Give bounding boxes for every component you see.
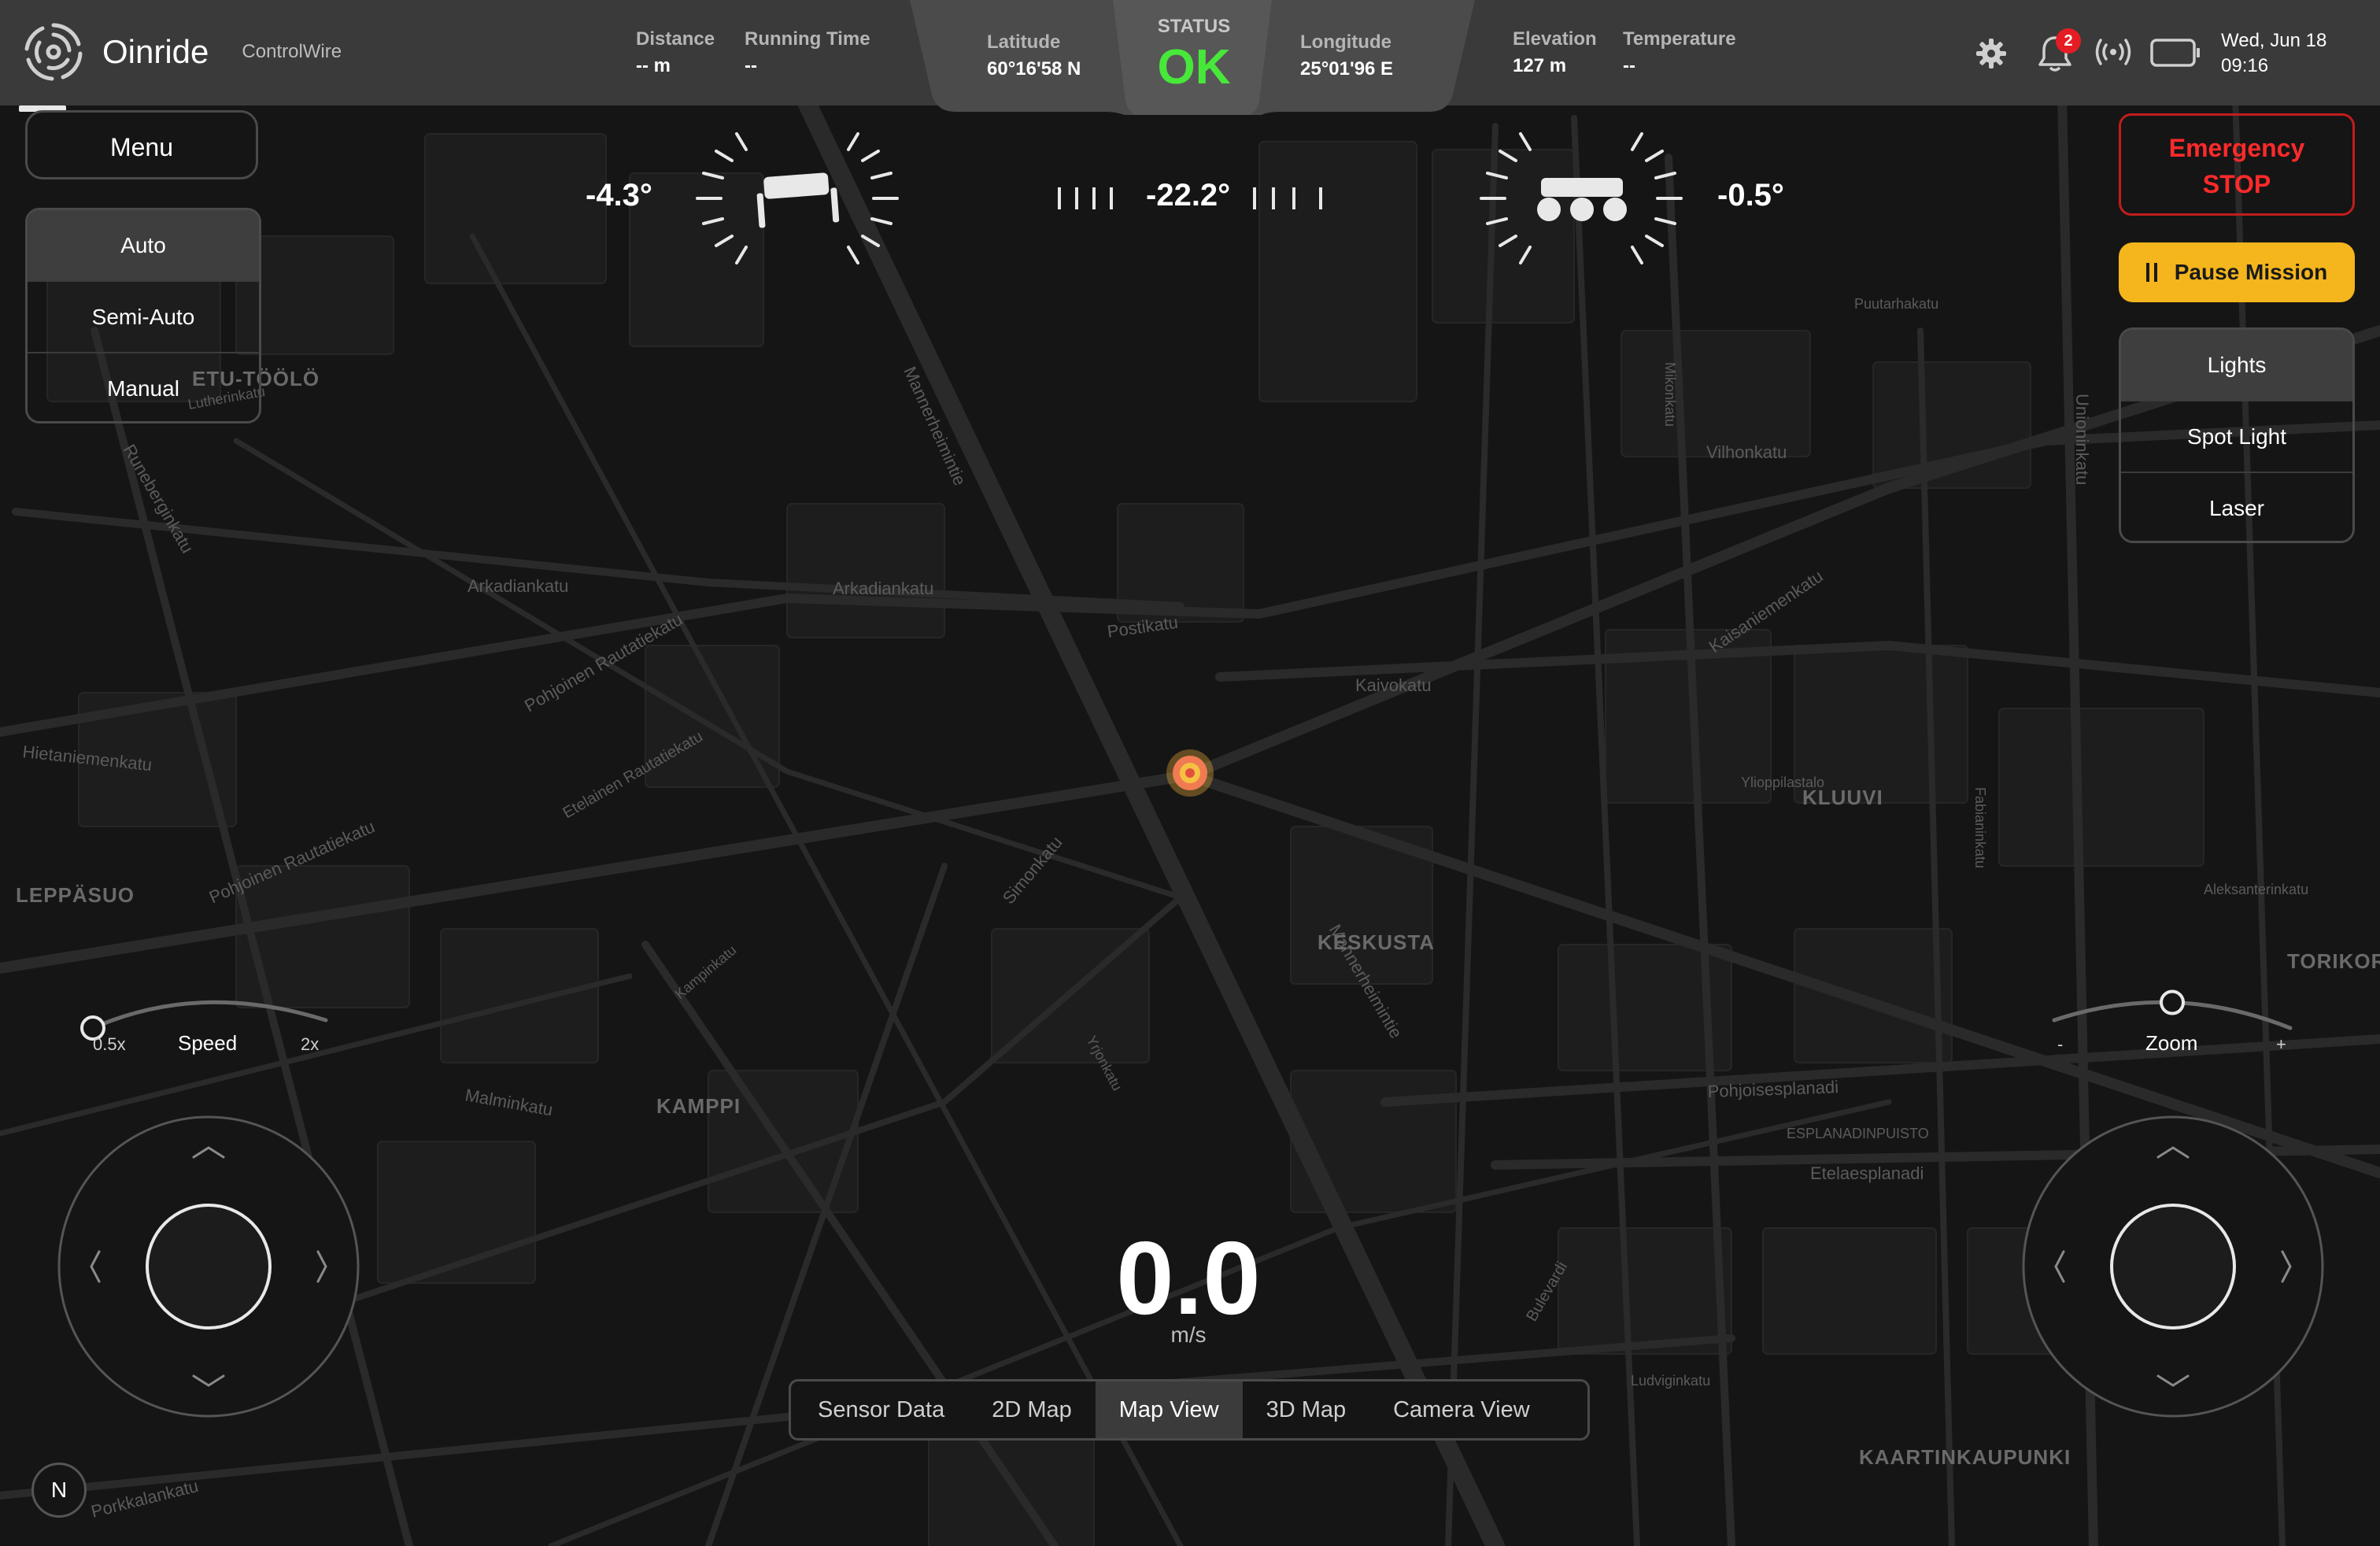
distance-stat: Distance -- m (636, 28, 715, 77)
zoom-max-label: + (2276, 1034, 2286, 1054)
tab-camera-view[interactable]: Camera View (1369, 1381, 1554, 1438)
spot-light-toggle[interactable]: Spot Light (2121, 401, 2352, 473)
district-label: KLUUVI (1802, 786, 1883, 809)
signal-broadcast-icon[interactable] (2094, 36, 2133, 68)
lights-panel: Lights Spot Light Laser (2119, 327, 2355, 543)
speed-min-label: 0.5x (93, 1034, 126, 1054)
heading-ticks-left-icon (1058, 187, 1113, 209)
pitch-indicator-icon (1480, 132, 1683, 264)
street-label: Vilhonkatu (1706, 442, 1787, 462)
temperature-value: -- (1623, 55, 1635, 76)
elevation-label: Elevation (1513, 28, 1597, 50)
distance-label: Distance (636, 28, 715, 50)
time-text: 09:16 (2221, 55, 2269, 76)
pause-mission-label: Pause Mission (2174, 260, 2328, 284)
status-value: OK (1157, 40, 1231, 94)
district-label: LEPPÄSUO (16, 883, 135, 907)
zoom-slider-handle[interactable] (2160, 989, 2185, 1015)
street-label: Puutarhakatu (1854, 296, 1938, 312)
roll-indicator-icon (696, 132, 899, 264)
elevation-stat: Elevation 127 m (1513, 28, 1597, 77)
oinride-logo-icon (24, 23, 83, 81)
app-subtitle: ControlWire (242, 41, 342, 62)
street-label: Ludviginkatu (1631, 1373, 1710, 1389)
district-label: KAARTINKAUPUNKI (1859, 1445, 2071, 1469)
datetime: Wed, Jun 18 09:16 (2221, 28, 2326, 79)
running-time-stat: Running Time -- (745, 28, 870, 77)
right-joystick[interactable] (2020, 1113, 2326, 1420)
district-label: TORIKOR (2287, 949, 2380, 973)
emergency-stop-button[interactable]: Emergency STOP (2119, 113, 2355, 216)
street-label: Mikonkatu (1662, 362, 1678, 427)
pause-mission-button[interactable]: Pause Mission (2119, 242, 2355, 302)
left-joystick[interactable] (55, 1113, 362, 1420)
app-name: Oinride (102, 33, 209, 70)
running-time-value: -- (745, 55, 757, 76)
street-label: Etelaesplanadi (1810, 1163, 1924, 1183)
pause-icon (2145, 263, 2157, 282)
district-label: KAMPPI (656, 1094, 741, 1118)
temperature-stat: Temperature -- (1623, 28, 1736, 77)
speed-unit: m/s (1170, 1322, 1207, 1347)
tab-sensor-data[interactable]: Sensor Data (794, 1381, 968, 1438)
date-text: Wed, Jun 18 (2221, 30, 2327, 51)
mode-auto[interactable]: Auto (28, 210, 259, 282)
street-label: ESPLANADINPUISTO (1787, 1126, 1929, 1141)
vehicle-marker[interactable] (1166, 749, 1214, 797)
longitude-stat: Longitude 25°01'96 E (1300, 31, 1393, 80)
street-label: Arkadiankatu (833, 579, 933, 598)
longitude-label: Longitude (1300, 31, 1391, 53)
view-tabs: Sensor Data 2D Map Map View 3D Map Camer… (789, 1379, 1590, 1441)
latitude-label: Latitude (987, 31, 1061, 53)
tab-2d-map[interactable]: 2D Map (968, 1381, 1096, 1438)
street-label: Kaivokatu (1355, 675, 1432, 695)
emergency-label: Emergency (2168, 134, 2305, 162)
tab-map-view[interactable]: Map View (1095, 1381, 1243, 1438)
roll-value: -4.3° (586, 178, 652, 213)
speed-title: Speed (178, 1031, 238, 1055)
notification-badge: 2 (2056, 28, 2081, 54)
street-label: Unioninkatu (2072, 394, 2092, 485)
street-label: Arkadiankatu (468, 576, 568, 596)
stop-label: STOP (2202, 170, 2271, 198)
zoom-min-label: - (2057, 1034, 2064, 1054)
left-joystick-handle[interactable] (146, 1204, 272, 1330)
heading-ticks-right-icon (1253, 187, 1322, 209)
elevation-value: 127 m (1513, 55, 1567, 76)
latitude-value: 60°16'58 N (987, 58, 1081, 80)
temperature-label: Temperature (1623, 28, 1736, 50)
pitch-value: -0.5° (1717, 178, 1784, 213)
gear-icon[interactable] (1974, 36, 2009, 71)
brand[interactable]: Oinride ControlWire (22, 20, 342, 83)
tab-3d-map[interactable]: 3D Map (1243, 1381, 1370, 1438)
distance-value: -- m (636, 55, 671, 76)
longitude-value: 25°01'96 E (1300, 58, 1394, 80)
mode-semi-auto[interactable]: Semi-Auto (28, 282, 259, 353)
speed-value: 0.0 (1116, 1220, 1261, 1336)
street-label: Fabianinkatu (1972, 787, 1988, 868)
speed-max-label: 2x (301, 1034, 320, 1054)
battery-icon (2150, 39, 2200, 67)
heading-value: -22.2° (1146, 178, 1231, 213)
menu-button[interactable]: Menu (25, 110, 258, 179)
zoom-title: Zoom (2145, 1031, 2198, 1055)
lights-toggle[interactable]: Lights (2121, 330, 2352, 401)
running-time-label: Running Time (745, 28, 870, 50)
district-label: KESKUSTA (1318, 930, 1435, 954)
drive-mode-selector: Auto Semi-Auto Manual (25, 208, 261, 423)
street-label: Aleksanterinkatu (2204, 882, 2308, 897)
mode-manual[interactable]: Manual (28, 353, 259, 421)
latitude-stat: Latitude 60°16'58 N (987, 31, 1081, 80)
right-joystick-handle[interactable] (2110, 1204, 2236, 1330)
status-label: STATUS (1157, 16, 1231, 37)
laser-toggle[interactable]: Laser (2121, 473, 2352, 541)
compass-button[interactable]: N (31, 1463, 87, 1518)
